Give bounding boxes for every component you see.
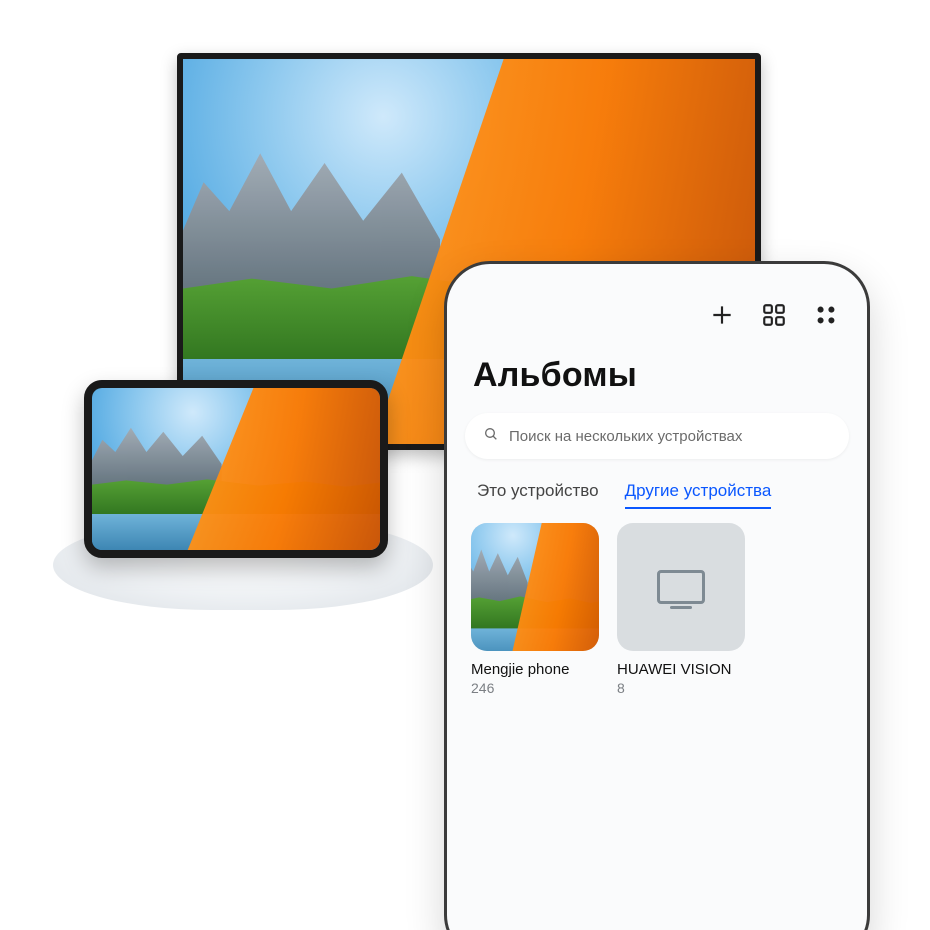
scene: Альбомы Поиск на нескольких устройствах …: [0, 0, 930, 930]
plus-icon[interactable]: [709, 302, 735, 328]
phone-device: Альбомы Поиск на нескольких устройствах …: [444, 261, 870, 930]
device-count: 8: [617, 680, 745, 696]
tablet-wallpaper: [92, 388, 380, 550]
device-card[interactable]: Mengjie phone 246: [471, 523, 599, 696]
device-tabs: Это устройство Другие устройства: [477, 481, 843, 509]
search-placeholder: Поиск на нескольких устройствах: [509, 428, 742, 445]
page-title: Альбомы: [473, 356, 845, 395]
search-input[interactable]: Поиск на нескольких устройствах: [465, 413, 849, 459]
device-name: Mengjie phone: [471, 661, 599, 678]
grid-icon[interactable]: [761, 302, 787, 328]
device-thumbnail: [617, 523, 745, 651]
device-card[interactable]: HUAWEI VISION 8: [617, 523, 745, 696]
tablet-device: [84, 380, 388, 558]
device-name: HUAWEI VISION: [617, 661, 745, 678]
search-icon: [483, 426, 499, 447]
device-count: 246: [471, 680, 599, 696]
tab-this-device[interactable]: Это устройство: [477, 481, 599, 509]
more-icon[interactable]: [813, 302, 839, 328]
header-actions: [465, 278, 849, 328]
tab-other-devices[interactable]: Другие устройства: [625, 481, 772, 509]
device-thumbnail: [471, 523, 599, 651]
tv-icon: [657, 570, 705, 604]
device-grid: Mengjie phone 246 HUAWEI VISION 8: [471, 523, 849, 696]
